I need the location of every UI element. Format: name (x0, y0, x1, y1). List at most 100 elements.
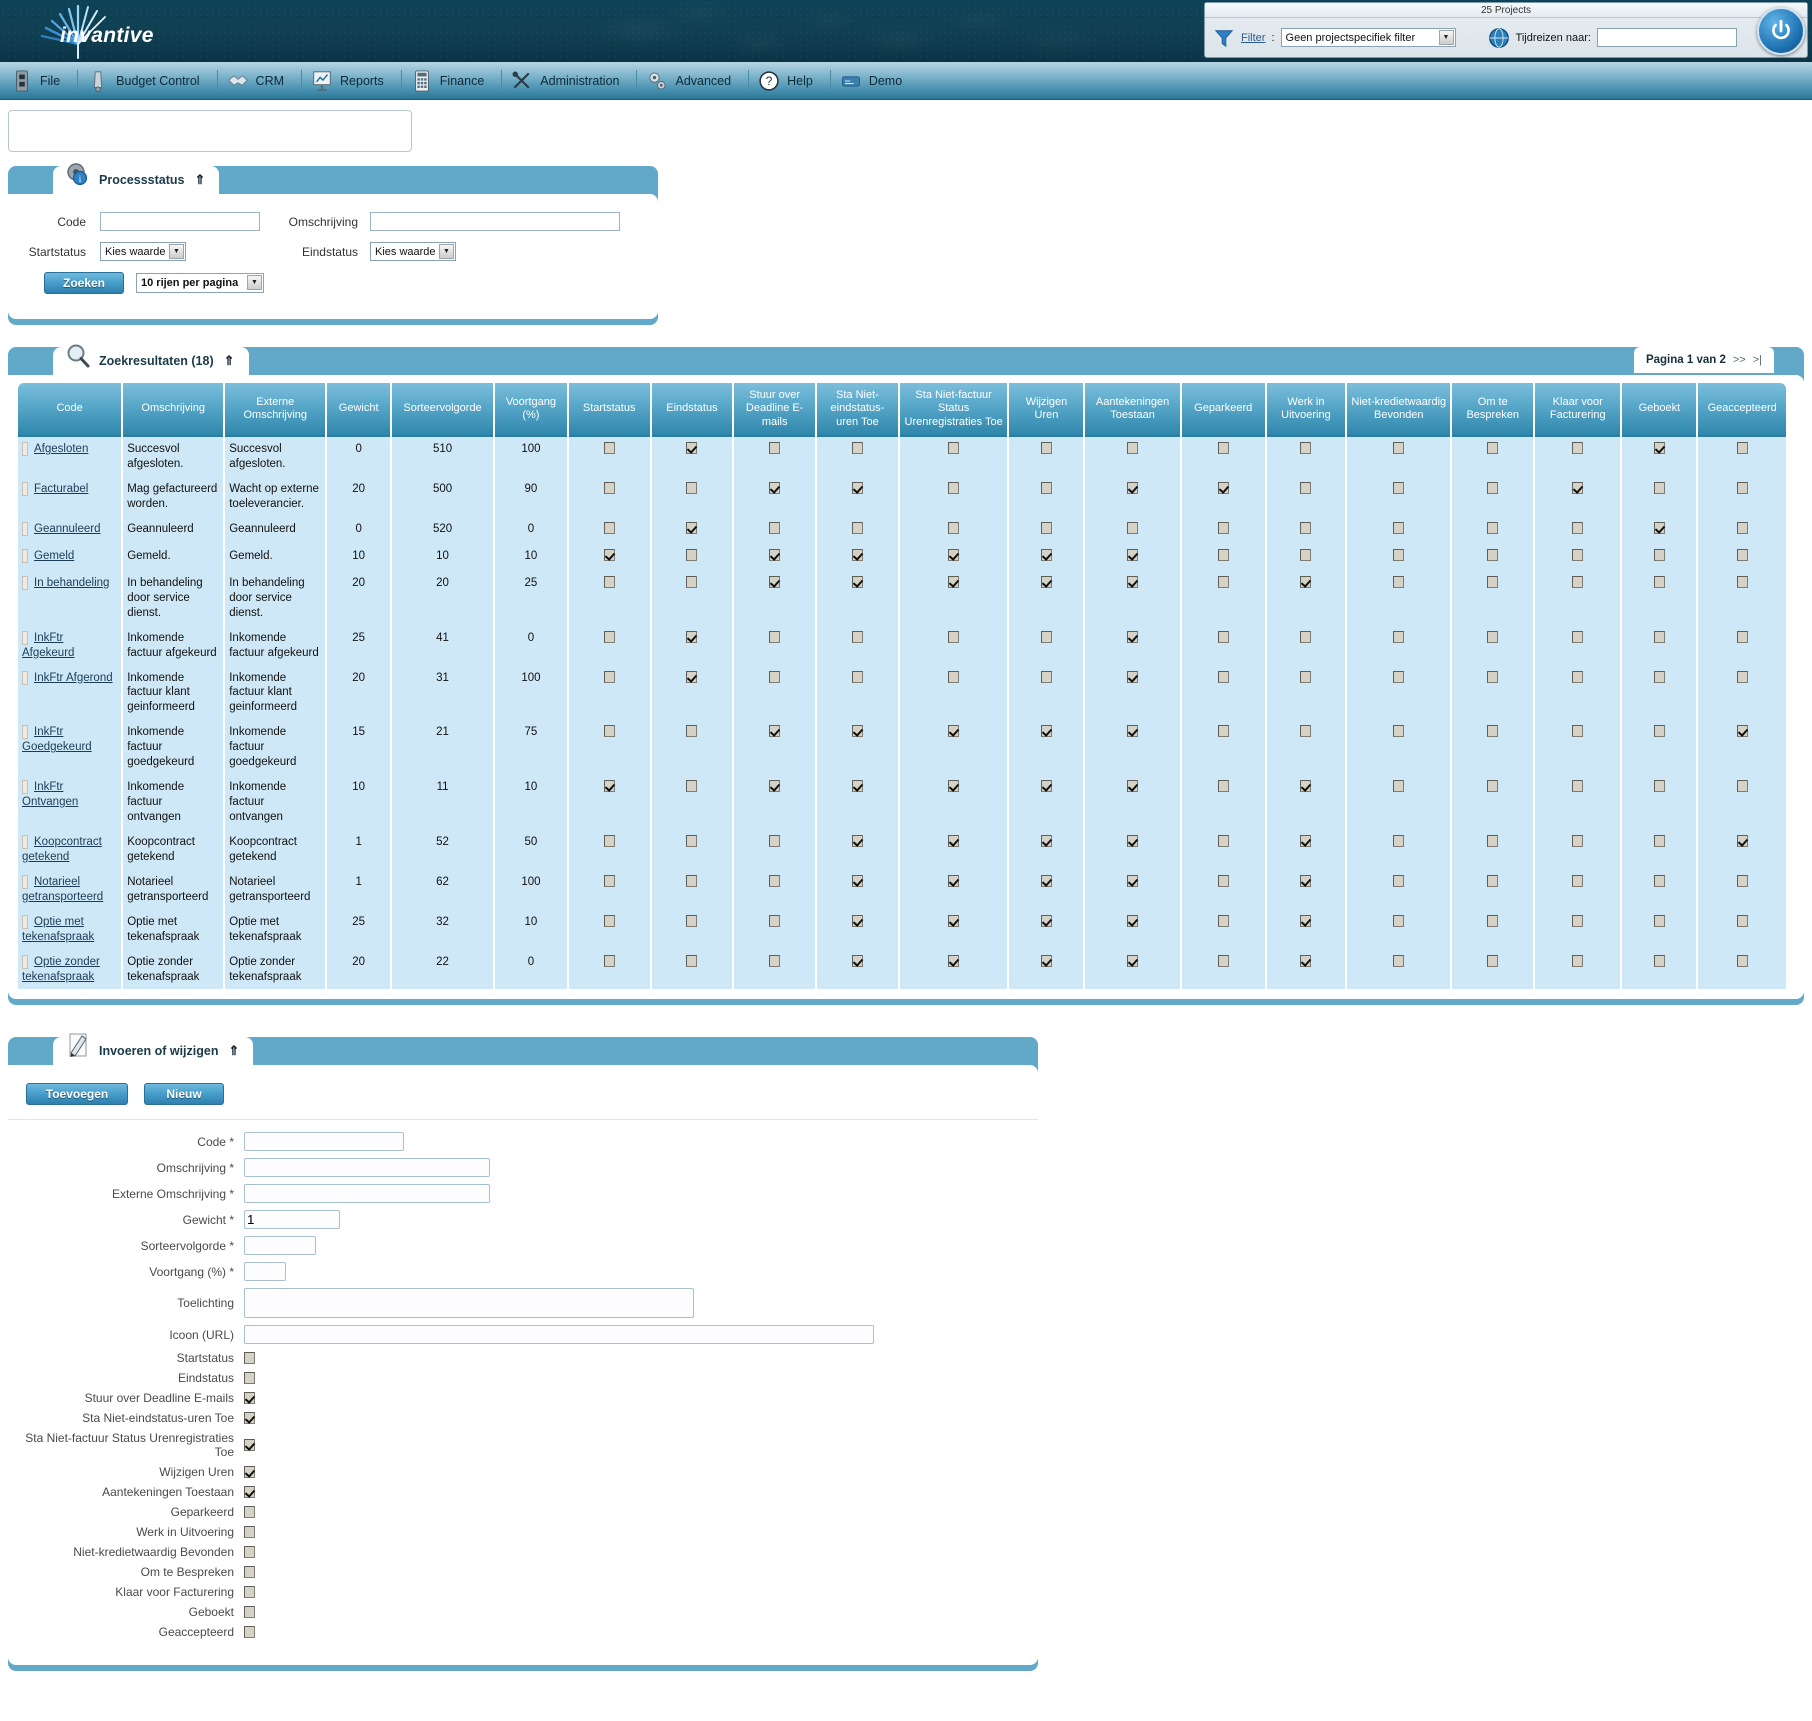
row-checkbox[interactable] (1127, 725, 1139, 738)
row-select-handle[interactable] (22, 834, 28, 849)
row-checkbox[interactable] (1393, 725, 1405, 738)
row-checkbox[interactable] (686, 780, 698, 793)
form-field-input[interactable] (244, 1325, 874, 1345)
code-link[interactable]: Koopcontract getekend (22, 836, 102, 863)
row-checkbox[interactable] (1300, 482, 1312, 495)
form-checkbox[interactable] (244, 1546, 255, 1559)
row-checkbox[interactable] (1572, 670, 1584, 683)
row-checkbox[interactable] (1300, 575, 1312, 588)
row-checkbox[interactable] (948, 630, 960, 643)
row-select-handle[interactable] (22, 954, 28, 969)
row-checkbox[interactable] (1736, 725, 1748, 738)
code-link[interactable]: InkFtr Ontvangen (22, 781, 78, 808)
row-checkbox[interactable] (686, 914, 698, 927)
row-checkbox[interactable] (686, 834, 698, 847)
row-checkbox[interactable] (686, 630, 698, 643)
row-checkbox[interactable] (1393, 575, 1405, 588)
row-checkbox[interactable] (1040, 548, 1052, 561)
row-checkbox[interactable] (1393, 630, 1405, 643)
column-header[interactable]: Geparkeerd (1181, 383, 1265, 438)
form-field-input[interactable] (244, 1288, 694, 1319)
row-checkbox[interactable] (1736, 780, 1748, 793)
row-checkbox[interactable] (948, 874, 960, 887)
form-field-input[interactable] (244, 1210, 340, 1230)
row-checkbox[interactable] (603, 874, 615, 887)
row-checkbox[interactable] (1040, 834, 1052, 847)
row-checkbox[interactable] (1653, 521, 1665, 534)
row-checkbox[interactable] (1653, 442, 1665, 455)
table-row[interactable]: Koopcontract getekend Koopcontract geteke… (18, 829, 1786, 870)
column-header[interactable]: Startstatus (568, 383, 650, 438)
row-checkbox[interactable] (1393, 874, 1405, 887)
row-checkbox[interactable] (1217, 780, 1229, 793)
row-checkbox[interactable] (769, 521, 781, 534)
row-checkbox[interactable] (1300, 670, 1312, 683)
row-checkbox[interactable] (769, 954, 781, 967)
chevron-up-icon[interactable]: ⇑ (224, 353, 235, 369)
form-field-input[interactable] (244, 1158, 490, 1178)
row-checkbox[interactable] (1572, 954, 1584, 967)
form-checkbox[interactable] (244, 1372, 255, 1385)
row-checkbox[interactable] (1217, 630, 1229, 643)
code-link[interactable]: In behandeling (34, 577, 109, 589)
row-checkbox[interactable] (851, 575, 863, 588)
row-checkbox[interactable] (948, 521, 960, 534)
chevron-down-icon[interactable]: ▼ (247, 275, 262, 290)
row-checkbox[interactable] (1487, 725, 1499, 738)
row-select-handle[interactable] (22, 482, 28, 497)
zoeken-button[interactable]: Zoeken (44, 272, 124, 294)
row-checkbox[interactable] (603, 954, 615, 967)
form-checkbox[interactable] (244, 1486, 255, 1499)
row-checkbox[interactable] (851, 482, 863, 495)
table-row[interactable]: Afgesloten Succesvol afgesloten. Succesvol… (18, 437, 1786, 478)
row-checkbox[interactable] (769, 874, 781, 887)
row-checkbox[interactable] (1487, 670, 1499, 683)
code-link[interactable]: Afgesloten (34, 443, 88, 455)
row-checkbox[interactable] (1040, 725, 1052, 738)
row-checkbox[interactable] (1487, 482, 1499, 495)
row-checkbox[interactable] (1572, 914, 1584, 927)
form-checkbox[interactable] (244, 1506, 255, 1519)
last-page-button[interactable]: >| (1753, 354, 1762, 366)
row-checkbox[interactable] (603, 725, 615, 738)
row-checkbox[interactable] (1217, 874, 1229, 887)
menu-item-help[interactable]: ? Help (753, 62, 826, 100)
column-header[interactable]: Externe Omschrijving (225, 383, 326, 438)
row-checkbox[interactable] (948, 725, 960, 738)
row-checkbox[interactable] (1217, 482, 1229, 495)
row-checkbox[interactable] (1127, 914, 1139, 927)
rows-per-page-select[interactable]: 10 rijen per pagina ▼ (136, 273, 264, 293)
form-field-input[interactable] (244, 1236, 316, 1256)
row-checkbox[interactable] (1487, 954, 1499, 967)
row-checkbox[interactable] (1653, 954, 1665, 967)
menu-item-advanced[interactable]: Advanced (641, 62, 744, 100)
row-checkbox[interactable] (1040, 670, 1052, 683)
code-link[interactable]: Optie met tekenafspraak (22, 916, 94, 943)
column-header[interactable]: Sta Niet-eindstatus-uren Toe (817, 383, 898, 438)
row-checkbox[interactable] (769, 630, 781, 643)
menu-item-finance[interactable]: Finance (406, 62, 497, 100)
row-checkbox[interactable] (686, 670, 698, 683)
row-checkbox[interactable] (1217, 521, 1229, 534)
row-checkbox[interactable] (1127, 521, 1139, 534)
row-checkbox[interactable] (1487, 630, 1499, 643)
row-checkbox[interactable] (1572, 725, 1584, 738)
row-checkbox[interactable] (1393, 521, 1405, 534)
row-checkbox[interactable] (1040, 521, 1052, 534)
row-checkbox[interactable] (769, 834, 781, 847)
row-checkbox[interactable] (1487, 834, 1499, 847)
column-header[interactable]: Sta Niet-factuur Status Urenregistraties… (899, 383, 1008, 438)
row-checkbox[interactable] (686, 954, 698, 967)
table-row[interactable]: InkFtr Afgerond Inkomende factuur klant g… (18, 665, 1786, 721)
row-checkbox[interactable] (1127, 874, 1139, 887)
row-checkbox[interactable] (1300, 954, 1312, 967)
row-checkbox[interactable] (1572, 630, 1584, 643)
row-checkbox[interactable] (1040, 630, 1052, 643)
row-checkbox[interactable] (603, 780, 615, 793)
row-checkbox[interactable] (1487, 442, 1499, 455)
row-checkbox[interactable] (603, 630, 615, 643)
row-checkbox[interactable] (1040, 482, 1052, 495)
row-checkbox[interactable] (1300, 442, 1312, 455)
table-row[interactable]: InkFtr Afgekeurd Inkomende factuur afgeke… (18, 625, 1786, 666)
table-row[interactable]: Geannuleerd Geannuleerd Geannuleerd 0 520 0 (18, 516, 1786, 544)
